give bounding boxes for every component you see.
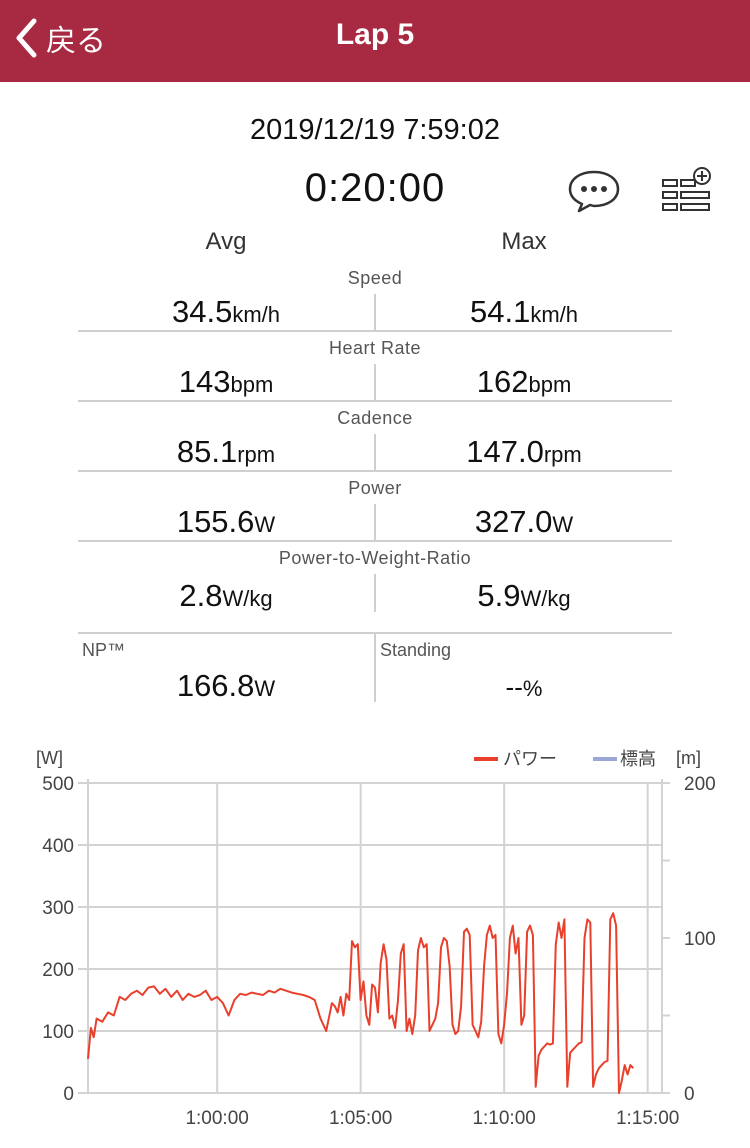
heart-rate-label: Heart Rate <box>328 338 422 358</box>
y-left-tick-label: 300 <box>42 898 74 919</box>
power-max: 327.0W <box>474 504 574 539</box>
page-title: Lap 5 <box>335 18 415 51</box>
heart-rate-max: 162bpm <box>476 364 572 399</box>
x-tick-label: 1:10:00 <box>472 1108 535 1129</box>
speed-label: Speed <box>347 268 403 288</box>
divider <box>374 504 376 540</box>
y-right-unit: [m] <box>676 748 701 768</box>
speed-max: 54.1km/h <box>469 294 579 329</box>
np-value: 166.8W <box>176 668 276 703</box>
divider <box>78 400 672 402</box>
standing-value: --% <box>505 672 543 702</box>
legend-label-power: パワー <box>503 749 557 769</box>
list-add-icon <box>662 167 711 211</box>
y-left-unit: [W] <box>36 748 63 768</box>
y-left-tick-label: 500 <box>42 774 74 795</box>
chart-tick-labels: 0 100 200 300 400 500 0 100 200 1:00:00 1:05:00 1:1… <box>42 774 715 1129</box>
speed-avg: 34.5km/h <box>171 294 281 329</box>
comment-button[interactable] <box>566 168 622 214</box>
speech-bubble-icon <box>568 170 620 213</box>
y-left-tick-label: 0 <box>63 1084 74 1105</box>
divider <box>78 470 672 472</box>
pwr-avg: 2.8W/kg <box>179 578 273 613</box>
lap-duration: 0:20:00 <box>304 166 446 210</box>
divider <box>374 434 376 470</box>
max-column-header: Max <box>501 228 547 255</box>
cadence-avg: 85.1rpm <box>176 434 276 469</box>
divider <box>374 364 376 400</box>
standing-label: Standing <box>380 640 452 660</box>
divider <box>374 634 376 702</box>
cadence-label: Cadence <box>337 408 413 428</box>
y-right-tick-label: 0 <box>684 1084 695 1105</box>
legend-swatch-power <box>474 757 498 761</box>
chart-axes <box>78 779 670 1094</box>
y-left-tick-label: 100 <box>42 1022 74 1043</box>
legend-label-elevation: 標高 <box>620 749 656 769</box>
lap-datetime: 2019/12/19 7:59:02 <box>250 114 500 146</box>
x-tick-label: 1:00:00 <box>185 1108 248 1129</box>
y-left-tick-label: 400 <box>42 836 74 857</box>
y-right-tick-label: 200 <box>684 774 716 795</box>
divider <box>374 574 376 612</box>
pwr-label: Power-to-Weight-Ratio <box>278 548 472 568</box>
divider <box>78 540 672 542</box>
heart-rate-avg: 143bpm <box>178 364 274 399</box>
legend: パワー 標高 <box>474 749 656 769</box>
pwr-max: 5.9W/kg <box>477 578 571 613</box>
x-tick-label: 1:15:00 <box>616 1108 679 1129</box>
divider <box>78 330 672 332</box>
divider <box>374 294 376 330</box>
power-avg: 155.6W <box>176 504 276 539</box>
power-chart: [W] [m] パワー 標高 0 100 200 300 400 500 0 100 200 1:… <box>36 748 716 1129</box>
legend-swatch-elevation <box>593 757 617 761</box>
avg-column-header: Avg <box>205 228 247 255</box>
nav-bar: 戻る Lap 5 <box>0 0 750 82</box>
x-tick-label: 1:05:00 <box>329 1108 392 1129</box>
np-label: NP™ <box>82 640 126 660</box>
y-left-tick-label: 200 <box>42 960 74 981</box>
cadence-max: 147.0rpm <box>466 434 582 469</box>
power-label: Power <box>348 478 402 498</box>
y-right-tick-label: 100 <box>684 929 716 950</box>
list-add-button[interactable] <box>660 166 712 214</box>
